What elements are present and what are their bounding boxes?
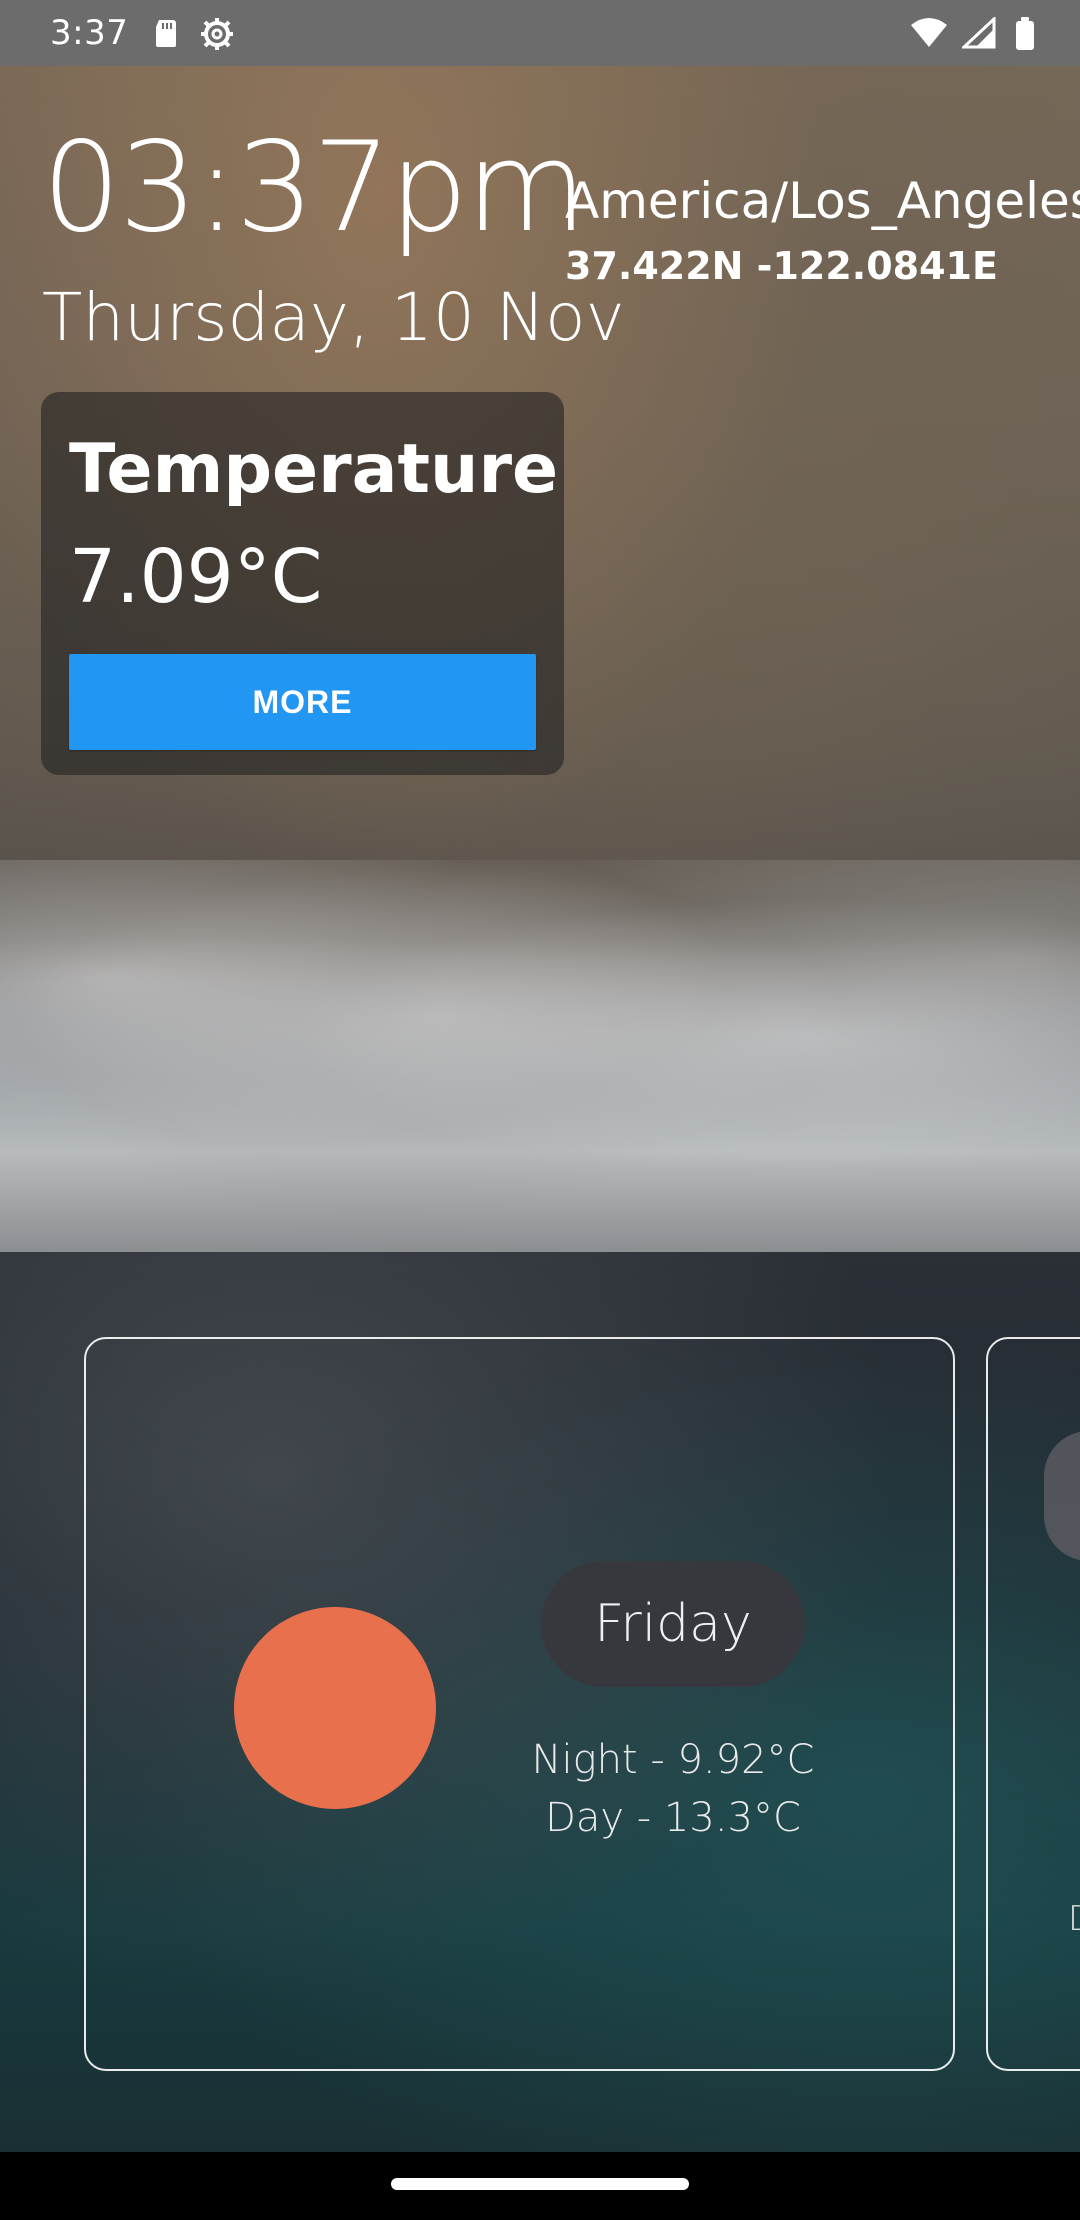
settings-gear-icon [200, 17, 234, 50]
status-bar: 3:37 [0, 0, 1080, 66]
home-gesture-handle[interactable] [391, 2178, 689, 2190]
status-right-icons [910, 15, 1046, 50]
battery-icon [1014, 17, 1046, 50]
sd-card-icon [150, 17, 182, 49]
cell-signal-icon [960, 15, 996, 49]
temperature-title: Temperature [69, 430, 559, 509]
forecast-card-next[interactable]: D [986, 1337, 1080, 2071]
forecast-card-friday[interactable]: Friday Night - 9.92°C Day - 13.3°C [84, 1337, 955, 2071]
wifi-icon [910, 17, 947, 49]
temperature-value: 7.09°C [69, 534, 323, 620]
next-card-partial-text: D [1068, 1899, 1080, 1939]
forecast-day-label: Friday [541, 1561, 805, 1687]
forecast-day-temp: Day - 13.3°C [545, 1795, 801, 1841]
status-time: 3:37 [50, 13, 129, 53]
temperature-card: Temperature 7.09°C MORE [41, 392, 564, 775]
next-day-pill [1044, 1431, 1080, 1561]
forecast-night-temp: Night - 9.92°C [531, 1737, 815, 1783]
navigation-bar [0, 2152, 1080, 2220]
current-time: 03:37pm [42, 116, 587, 260]
app-root: 3:37 03:37pm Thursday, 10 Nov America/Lo… [0, 0, 1080, 2220]
status-left-icons [150, 17, 234, 50]
timezone-label: America/Los_Angeles [565, 172, 1080, 230]
coordinates-label: 37.422N -122.0841E [565, 244, 998, 288]
current-date: Thursday, 10 Nov [42, 279, 625, 356]
sun-icon [234, 1607, 436, 1809]
more-button[interactable]: MORE [69, 654, 536, 750]
